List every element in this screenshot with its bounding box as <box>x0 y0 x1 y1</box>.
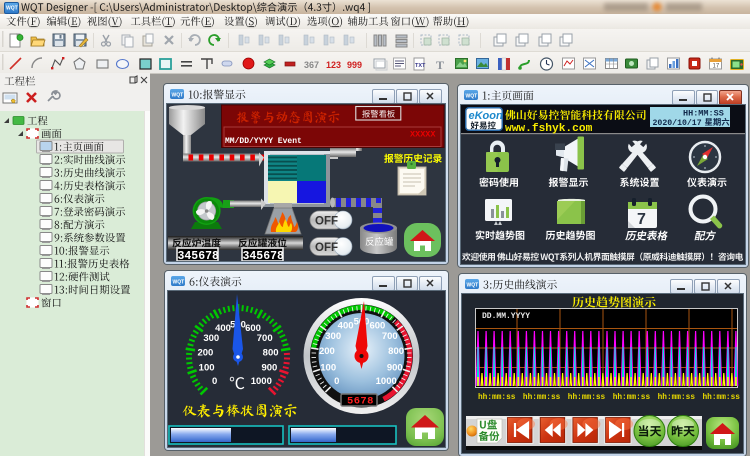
svg-text:DD.MM.YYYY: DD.MM.YYYY <box>482 312 530 321</box>
svg-text:HH:MM:SS: HH:MM:SS <box>683 109 724 119</box>
svg-text:MM/DD/YYYY Event: MM/DD/YYYY Event <box>225 137 302 146</box>
svg-text:www.fshyk.com: www.fshyk.com <box>505 123 593 135</box>
svg-text:367: 367 <box>304 60 319 70</box>
svg-text:300: 300 <box>203 333 219 344</box>
svg-text:900: 900 <box>387 362 403 373</box>
svg-text:hh:mm:ss: hh:mm:ss <box>523 394 561 402</box>
svg-text:XXXXX: XXXXX <box>410 130 436 140</box>
svg-text:345678: 345678 <box>178 250 220 261</box>
svg-text:eKoon: eKoon <box>469 110 504 122</box>
svg-text:hh:mm:ss: hh:mm:ss <box>613 394 651 402</box>
svg-text:123: 123 <box>326 60 341 70</box>
svg-text:T: T <box>436 58 444 72</box>
svg-text:400: 400 <box>338 320 354 331</box>
svg-text:1000: 1000 <box>251 376 272 387</box>
svg-text:2020/10/17: 2020/10/17 <box>653 118 702 128</box>
svg-text:7: 7 <box>637 211 646 228</box>
svg-text:900: 900 <box>261 363 277 374</box>
svg-text:OFF: OFF <box>315 216 338 228</box>
svg-text:OFF: OFF <box>315 242 338 254</box>
svg-text:999: 999 <box>347 60 362 70</box>
svg-text:WQT: WQT <box>6 6 18 12</box>
svg-text:WQT: WQT <box>172 93 184 99</box>
svg-text:200: 200 <box>197 347 213 358</box>
svg-text:400: 400 <box>215 323 231 334</box>
svg-text:800: 800 <box>263 347 279 358</box>
svg-text:hh:mm:ss: hh:mm:ss <box>478 394 516 402</box>
svg-text:200: 200 <box>319 346 335 357</box>
svg-text:WQT: WQT <box>467 283 479 289</box>
svg-text:600: 600 <box>369 320 385 331</box>
svg-text:hh:mm:ss: hh:mm:ss <box>703 394 741 402</box>
svg-text:WQT: WQT <box>173 280 185 286</box>
svg-text:5678: 5678 <box>347 396 374 408</box>
svg-text:100: 100 <box>199 363 215 374</box>
svg-text:hh:mm:ss: hh:mm:ss <box>568 394 606 402</box>
svg-text:800: 800 <box>388 346 404 357</box>
svg-text:300: 300 <box>325 331 341 342</box>
svg-text:700: 700 <box>257 333 273 344</box>
svg-text:hh:mm:ss: hh:mm:ss <box>658 394 696 402</box>
svg-text:100: 100 <box>320 362 336 373</box>
svg-text:17: 17 <box>713 64 720 70</box>
svg-text:0: 0 <box>334 376 339 387</box>
svg-text:0: 0 <box>212 376 217 387</box>
svg-text:345678: 345678 <box>243 250 285 261</box>
svg-text:WQT: WQT <box>466 94 478 100</box>
svg-text:700: 700 <box>382 331 398 342</box>
svg-text:1000: 1000 <box>376 376 397 387</box>
svg-text:TXT: TXT <box>415 63 426 69</box>
